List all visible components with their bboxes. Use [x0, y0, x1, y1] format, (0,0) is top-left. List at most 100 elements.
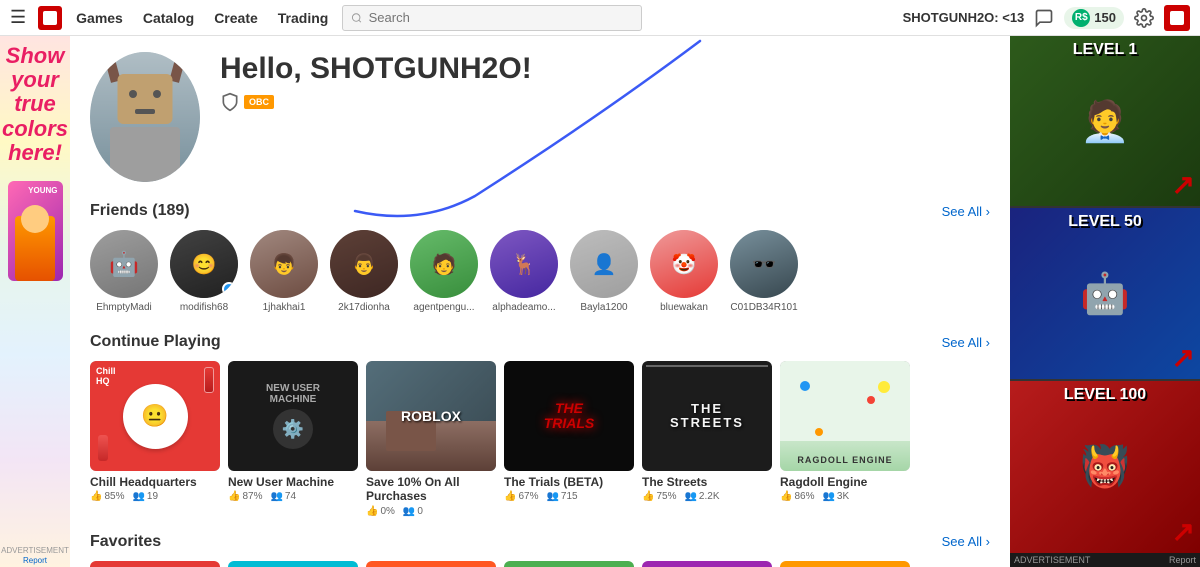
player-stat: 👥 2.2K [684, 491, 719, 502]
nav-create[interactable]: Create [212, 6, 260, 30]
game-stats: 👍 75% 👥 2.2K [642, 491, 772, 502]
friends-see-all[interactable]: See All › [942, 204, 990, 219]
friend-avatar[interactable]: 🧑 [410, 230, 478, 298]
obc-badge: OBC [244, 95, 274, 109]
friend-name: C01DB34R101 [730, 302, 797, 313]
favorites-see-all[interactable]: See All › [942, 534, 990, 549]
like-stat: 👍 85% [90, 491, 124, 502]
friends-list: 🤖 EhmptyMadi 😊 modifish68 👦 [90, 230, 990, 313]
friend-avatar[interactable]: 👦 [250, 230, 318, 298]
chat-icon[interactable] [1034, 8, 1054, 28]
favorites-row [90, 561, 990, 567]
game-title: Save 10% On All Purchases [366, 475, 496, 504]
game-title: New User Machine [228, 475, 358, 489]
game-stats: 👍 85% 👥 19 [90, 491, 220, 502]
right-ad-level50: LEVEL 50 ↗ 🤖 [1010, 208, 1200, 380]
friend-name: alphadeamo... [492, 302, 555, 313]
game-stats: 👍 87% 👥 74 [228, 491, 358, 502]
friend-avatar[interactable]: 🤖 [90, 230, 158, 298]
game-card-streets[interactable]: THESTREETS The Streets 👍 75% 👥 2.2K [642, 361, 772, 517]
robux-counter[interactable]: R$ 150 [1064, 7, 1124, 29]
right-ad-report[interactable]: Report [1169, 555, 1196, 565]
game-thumbnail-trials: THETRIALS [504, 361, 634, 471]
friend-avatar[interactable]: 🤡 [650, 230, 718, 298]
favorites-title: Favorites [90, 533, 161, 551]
list-item: 🕶️ C01DB34R101 [730, 230, 798, 313]
profile-info: Hello, SHOTGUNH2O! OBC [220, 52, 990, 112]
level-label: LEVEL 50 [1068, 213, 1142, 231]
list-item: 🧑 agentpengu... [410, 230, 478, 313]
robux-amount: 150 [1094, 10, 1116, 25]
like-stat: 👍 0% [366, 506, 395, 517]
main-layout: Showyourtruecolorshere! YOUNG ADVERTISEM… [0, 36, 1200, 567]
right-ad-bg: LEVEL 1 ↗ 🧑‍💼 [1010, 36, 1200, 206]
search-input[interactable] [369, 10, 634, 25]
game-stats: 👍 67% 👥 715 [504, 491, 634, 502]
friend-avatar[interactable]: 👨 [330, 230, 398, 298]
list-item[interactable] [780, 561, 910, 567]
continue-playing-title: Continue Playing [90, 333, 221, 351]
right-ad-footer: ADVERTISEMENT Report [1010, 553, 1200, 567]
level-label: LEVEL 100 [1064, 386, 1146, 404]
arrow-icon: ↗ [1172, 515, 1195, 548]
game-title: Ragdoll Engine [780, 475, 910, 489]
player-stat: 👥 19 [132, 491, 158, 502]
friend-avatar[interactable]: 🦌 [490, 230, 558, 298]
center-content: Hello, SHOTGUNH2O! OBC Friends (189) See… [70, 36, 1010, 567]
list-item[interactable] [228, 561, 358, 567]
game-card-save-10[interactable]: ROBLOX Save 10% On All Purchases 👍 0% 👥 … [366, 361, 496, 517]
friend-avatar[interactable]: 🕶️ [730, 230, 798, 298]
game-thumbnail-streets: THESTREETS [642, 361, 772, 471]
username-display: SHOTGUNH2O: <13 [903, 10, 1025, 25]
profile-badge-row: OBC [220, 92, 990, 112]
nav-catalog[interactable]: Catalog [141, 6, 196, 30]
search-icon [351, 12, 362, 24]
nav-games[interactable]: Games [74, 6, 125, 30]
friends-header: Friends (189) See All › [90, 202, 990, 220]
game-thumbnail-save10: ROBLOX [366, 361, 496, 471]
game-card-trials[interactable]: THETRIALS The Trials (BETA) 👍 67% 👥 715 [504, 361, 634, 517]
list-item: 👦 1jhakhai1 [250, 230, 318, 313]
friend-name: Bayla1200 [580, 302, 627, 313]
list-item[interactable] [90, 561, 220, 567]
search-bar[interactable] [342, 5, 642, 31]
game-thumbnail-chill: ChillHQ 😐 [90, 361, 220, 471]
left-ad-label: ADVERTISEMENT [0, 542, 70, 556]
favorites-header: Favorites See All › [90, 533, 990, 551]
list-item[interactable] [366, 561, 496, 567]
right-ad-level100: LEVEL 100 ↗ 👹 [1010, 381, 1200, 553]
hamburger-menu[interactable]: ☰ [10, 7, 26, 28]
game-card-new-user-machine[interactable]: NEW USERMACHINE ⚙️ New User Machine 👍 87… [228, 361, 358, 517]
continue-playing-section: Continue Playing See All › ChillHQ 😐 Chi… [90, 333, 990, 517]
settings-icon[interactable] [1134, 8, 1154, 28]
like-stat: 👍 67% [504, 491, 538, 502]
friend-name: modifish68 [180, 302, 228, 313]
game-card-chill-hq[interactable]: ChillHQ 😐 Chill Headquarters 👍 85% 👥 19 [90, 361, 220, 517]
friend-avatar[interactable]: 👤 [570, 230, 638, 298]
friend-name: 2k17dionha [338, 302, 390, 313]
like-stat: 👍 86% [780, 491, 814, 502]
list-item[interactable] [642, 561, 772, 567]
continue-playing-see-all[interactable]: See All › [942, 335, 990, 350]
list-item: 🦌 alphadeamo... [490, 230, 558, 313]
game-stats: 👍 0% 👥 0 [366, 506, 496, 517]
level-label: LEVEL 1 [1073, 41, 1138, 59]
list-item[interactable] [504, 561, 634, 567]
friends-section: Friends (189) See All › 🤖 EhmptyMadi 😊 [90, 202, 990, 313]
roblox-app-button[interactable] [1164, 5, 1190, 31]
nav-trading[interactable]: Trading [276, 6, 331, 30]
right-ad-character: 👹 [1080, 443, 1130, 490]
user-avatar [90, 52, 200, 182]
favorites-section: Favorites See All › [90, 533, 990, 567]
right-advertisement: LEVEL 1 ↗ 🧑‍💼 LEVEL 50 ↗ 🤖 LEVEL 100 ↗ 👹… [1010, 36, 1200, 567]
profile-section: Hello, SHOTGUNH2O! OBC [90, 52, 990, 182]
left-ad-report[interactable]: Report [23, 556, 47, 567]
game-card-ragdoll[interactable]: RAGDOLL ENGINE Ragdoll Engine 👍 86% 👥 3K [780, 361, 910, 517]
nav-links: Games Catalog Create Trading [74, 6, 330, 30]
friend-avatar[interactable]: 😊 [170, 230, 238, 298]
like-stat: 👍 87% [228, 491, 262, 502]
left-advertisement: Showyourtruecolorshere! YOUNG ADVERTISEM… [0, 36, 70, 567]
games-grid: ChillHQ 😐 Chill Headquarters 👍 85% 👥 19 [90, 361, 990, 517]
player-stat: 👥 3K [822, 491, 849, 502]
list-item: 🤖 EhmptyMadi [90, 230, 158, 313]
